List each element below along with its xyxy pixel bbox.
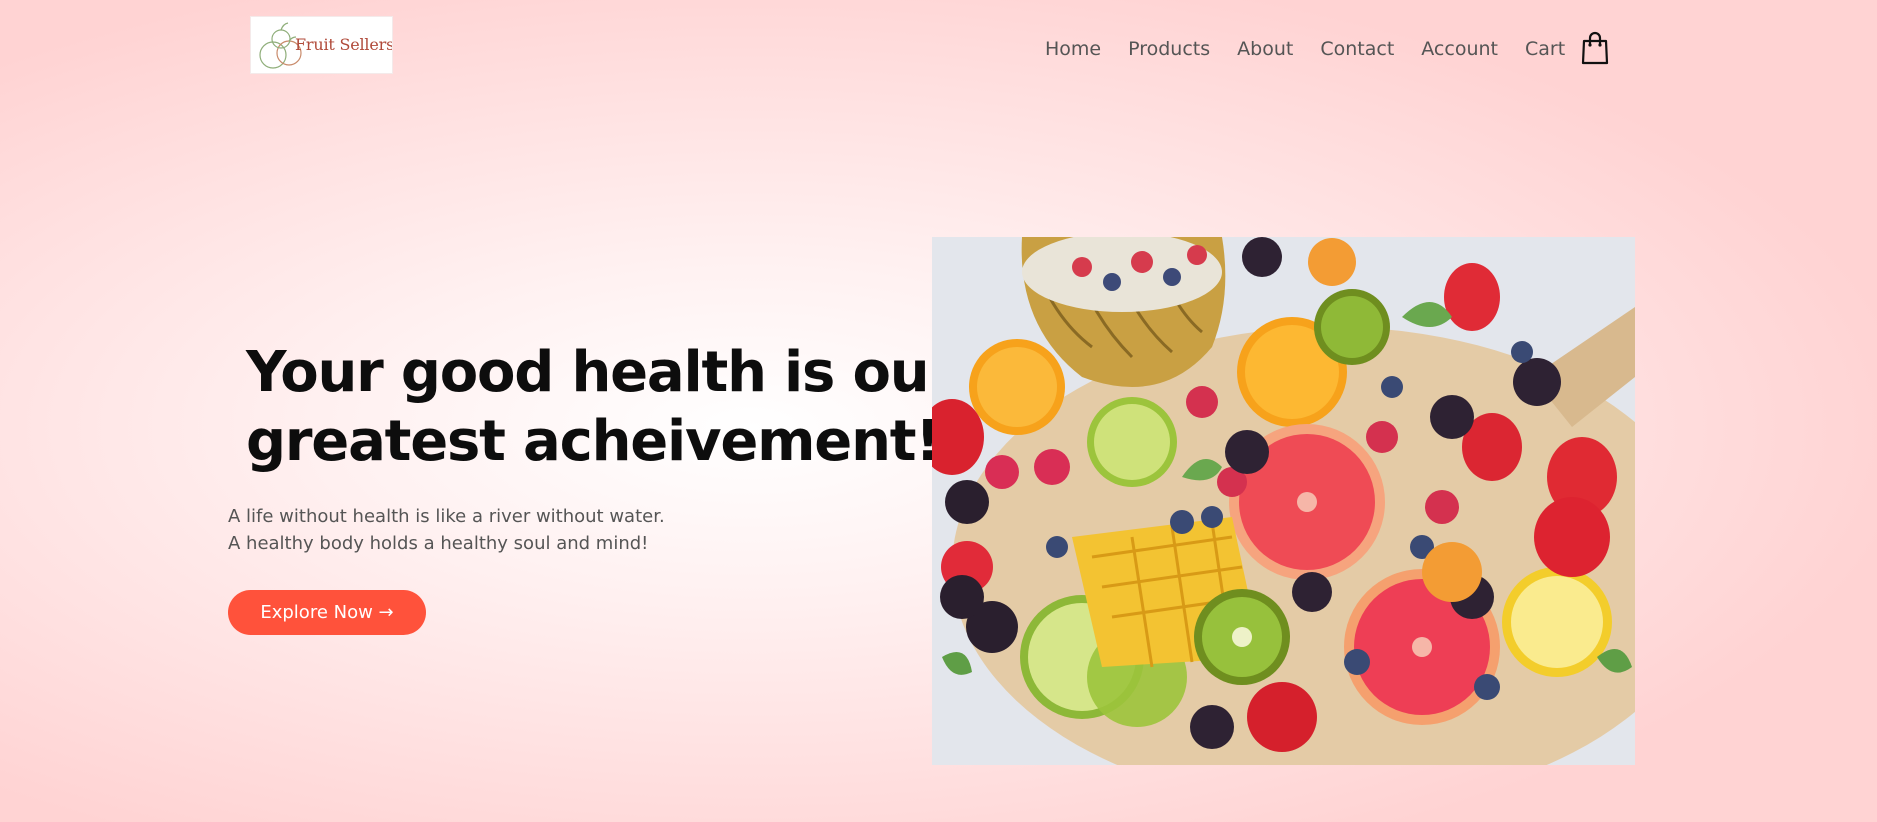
navbar: Fruit Sellers Home Products About Contac… xyxy=(0,0,1877,100)
explore-now-button[interactable]: Explore Now → xyxy=(228,590,426,635)
logo-text: Fruit Sellers xyxy=(295,35,392,54)
brand-logo[interactable]: Fruit Sellers xyxy=(251,17,392,73)
hero-headline-line2: greatest acheivement! xyxy=(246,409,941,474)
main-nav: Home Products About Contact Account Cart xyxy=(1045,37,1565,61)
nav-home[interactable]: Home xyxy=(1045,38,1101,60)
hero-headline: Your good health is our greatest acheive… xyxy=(246,338,956,476)
hero-subtext-line1: A life without health is like a river wi… xyxy=(228,506,665,527)
hero-headline-line1: Your good health is our xyxy=(246,340,956,405)
fruit-platter-image xyxy=(932,237,1635,765)
hero-subtext-line2: A healthy body holds a healthy soul and … xyxy=(228,533,649,554)
nav-cart[interactable]: Cart xyxy=(1525,38,1565,60)
nav-products[interactable]: Products xyxy=(1128,38,1210,60)
hero-subtext: A life without health is like a river wi… xyxy=(228,503,665,557)
shopping-bag-icon[interactable] xyxy=(1580,30,1610,66)
nav-account[interactable]: Account xyxy=(1421,38,1498,60)
nav-about[interactable]: About xyxy=(1237,38,1293,60)
nav-contact[interactable]: Contact xyxy=(1320,38,1394,60)
